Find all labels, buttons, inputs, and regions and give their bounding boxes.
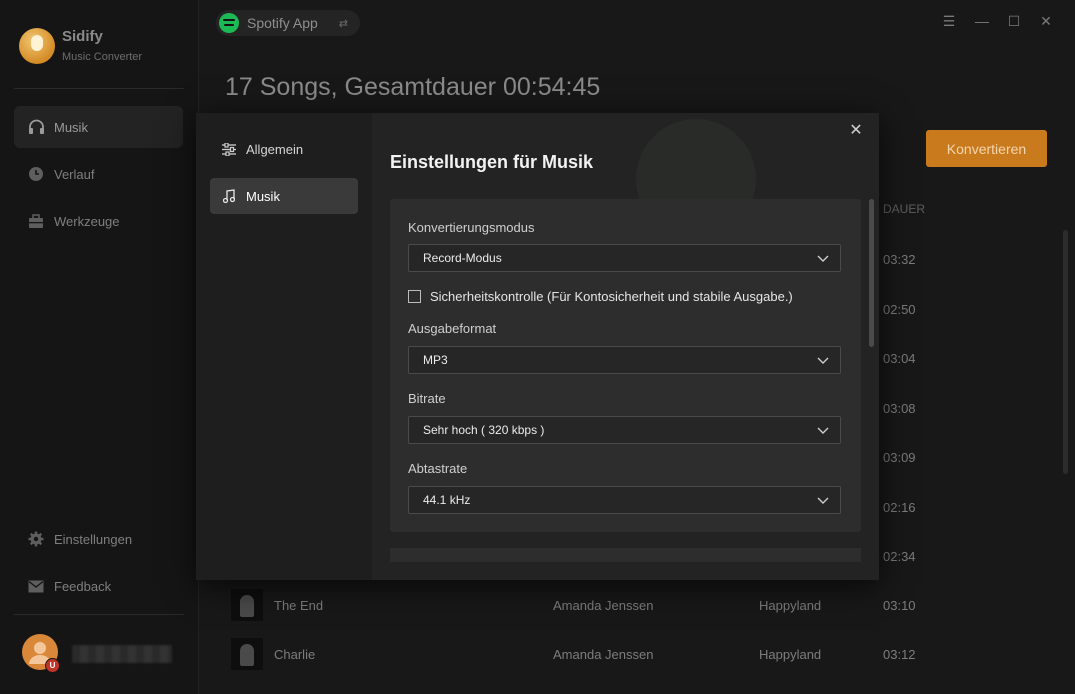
bitrate-value: Sehr hoch ( 320 kbps ): [423, 423, 545, 437]
track-duration: 02:50: [883, 302, 916, 317]
track-title: Charlie: [274, 647, 316, 662]
window-close-icon[interactable]: ✕: [1037, 12, 1055, 30]
songs-summary: 17 Songs, Gesamtdauer 00:54:45: [225, 73, 601, 101]
sidebar-divider: [14, 88, 184, 89]
album-cover: [231, 589, 263, 621]
sidebar-item-werkzeuge[interactable]: Werkzeuge: [14, 200, 183, 242]
settings-tab-label: Musik: [246, 188, 280, 204]
convert-button[interactable]: Konvertieren: [926, 130, 1047, 167]
mode-value: Record-Modus: [423, 251, 502, 265]
chevron-down-icon: [816, 493, 830, 507]
dialog-title: Einstellungen für Musik: [390, 152, 594, 172]
track-album: Happyland: [759, 647, 822, 662]
track-duration: 03:32: [883, 252, 916, 267]
settings-panel-next: [390, 548, 861, 562]
headphones-icon: [27, 118, 45, 136]
menu-icon[interactable]: ☰: [940, 12, 958, 30]
clock-icon: [27, 165, 45, 183]
mode-select[interactable]: Record-Modus: [408, 244, 841, 272]
close-icon[interactable]: ✕: [846, 121, 866, 141]
settings-nav: Allgemein Musik: [196, 113, 372, 580]
security-check-row[interactable]: Sicherheitskontrolle (Für Kontosicherhei…: [408, 289, 793, 304]
track-title: The End: [274, 598, 324, 613]
track-duration: 02:16: [883, 500, 916, 515]
app-subtitle: Music Converter: [62, 51, 143, 63]
sidebar-item-musik[interactable]: Musik: [14, 106, 183, 148]
samplerate-label: Abtastrate: [408, 461, 468, 476]
format-label: Ausgabeformat: [408, 321, 497, 336]
security-check-label: Sicherheitskontrolle (Für Kontosicherhei…: [430, 289, 793, 304]
track-artist: Amanda Jenssen: [553, 647, 654, 662]
toolbox-icon: [27, 212, 45, 230]
track-duration: 03:04: [883, 351, 916, 366]
settings-tab-musik[interactable]: Musik: [210, 178, 358, 214]
sliders-icon: [221, 141, 237, 157]
format-select[interactable]: MP3: [408, 346, 841, 374]
settings-scrollbar[interactable]: [869, 199, 874, 347]
track-duration: 03:10: [883, 598, 916, 613]
track-duration: 03:08: [883, 401, 916, 416]
settings-dialog: Allgemein Musik Einstellungen für Musik …: [196, 113, 879, 580]
chevron-down-icon: [816, 423, 830, 437]
mode-label: Konvertierungsmodus: [408, 220, 535, 235]
source-selector[interactable]: Spotify App ⇄: [216, 10, 360, 36]
music-note-icon: [221, 188, 237, 204]
maximize-icon[interactable]: ☐: [1005, 12, 1023, 30]
mail-icon: [27, 577, 45, 595]
security-checkbox[interactable]: [408, 290, 421, 303]
track-duration: 03:09: [883, 450, 916, 465]
sidebar-item-verlauf[interactable]: Verlauf: [14, 153, 183, 195]
account-badge: U: [45, 658, 60, 673]
settings-tab-label: Allgemein: [246, 141, 304, 157]
sidebar-divider: [14, 614, 184, 615]
track-duration: 02:34: [883, 549, 916, 564]
sidebar-item-label: Werkzeuge: [54, 213, 120, 229]
chevron-down-icon: [816, 251, 830, 265]
table-row[interactable]: Charlie Amanda Jenssen Happyland 03:12: [225, 634, 1055, 678]
username-redacted: [72, 645, 172, 663]
chevron-down-icon: [816, 353, 830, 367]
swap-icon: ⇄: [338, 17, 348, 30]
column-header-duration[interactable]: DAUER: [883, 202, 925, 216]
sidebar: Sidify Music Converter Musik Verlauf Wer…: [0, 0, 199, 694]
sidebar-item-einstellungen[interactable]: Einstellungen: [14, 518, 183, 560]
sidebar-item-label: Einstellungen: [54, 531, 133, 547]
bitrate-select[interactable]: Sehr hoch ( 320 kbps ): [408, 416, 841, 444]
sidebar-item-feedback[interactable]: Feedback: [14, 565, 183, 607]
spotify-icon: [219, 13, 239, 33]
format-value: MP3: [423, 353, 448, 367]
sidebar-item-label: Verlauf: [54, 166, 95, 182]
table-row[interactable]: The End Amanda Jenssen Happyland 03:10: [225, 585, 1055, 629]
gear-icon: [27, 530, 45, 548]
samplerate-select[interactable]: 44.1 kHz: [408, 486, 841, 514]
track-duration: 03:12: [883, 647, 916, 662]
sidebar-item-label: Feedback: [54, 578, 112, 594]
sidebar-item-label: Musik: [54, 119, 88, 135]
track-list-scrollbar[interactable]: [1063, 230, 1068, 474]
track-album: Happyland: [759, 598, 822, 613]
minimize-icon[interactable]: —: [973, 12, 991, 30]
samplerate-value: 44.1 kHz: [423, 493, 471, 507]
settings-tab-allgemein[interactable]: Allgemein: [210, 131, 358, 167]
app-name: Sidify: [62, 28, 103, 45]
microphone-icon: [31, 35, 43, 51]
source-label: Spotify App: [247, 15, 318, 31]
album-cover: [231, 638, 263, 670]
bitrate-label: Bitrate: [408, 391, 446, 406]
track-artist: Amanda Jenssen: [553, 598, 654, 613]
